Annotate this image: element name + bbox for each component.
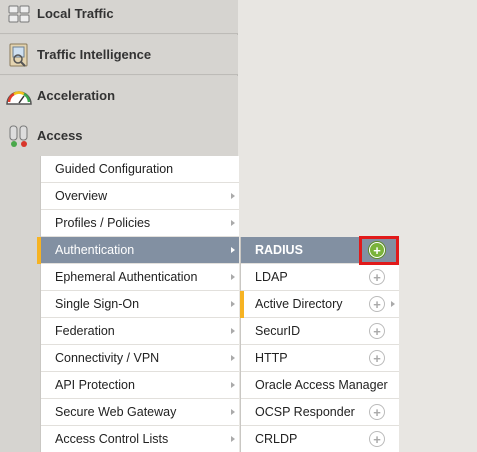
- menu-item-access-control-lists[interactable]: Access Control Lists: [41, 426, 239, 452]
- highlight-box: [359, 236, 399, 265]
- menu-item-label: RADIUS: [255, 243, 303, 257]
- menu-item-radius[interactable]: RADIUS +: [241, 236, 399, 265]
- menu-item-label: Access Control Lists: [55, 432, 169, 446]
- menu-item-federation[interactable]: Federation: [41, 318, 239, 345]
- menu-item-label: Overview: [55, 189, 108, 203]
- access-submenu: Guided Configuration Overview Profiles /…: [37, 156, 239, 452]
- menu-item-ephemeral-authentication[interactable]: Ephemeral Authentication: [41, 264, 239, 291]
- chevron-right-icon: [391, 301, 395, 307]
- nav-item-label: Acceleration: [37, 88, 116, 103]
- traffic-intelligence-icon: [5, 42, 33, 68]
- menu-item-ldap[interactable]: LDAP +: [241, 264, 399, 291]
- chevron-right-icon: [231, 436, 235, 442]
- add-ocsp-responder-button[interactable]: +: [369, 404, 385, 420]
- menu-item-ocsp-responder[interactable]: OCSP Responder +: [241, 399, 399, 426]
- menu-item-label: API Protection: [55, 378, 135, 392]
- menu-item-oracle-access-manager[interactable]: Oracle Access Manager: [241, 372, 399, 399]
- menu-item-label: Profiles / Policies: [55, 216, 151, 230]
- menu-item-label: Single Sign-On: [55, 297, 140, 311]
- menu-item-label: OCSP Responder: [255, 405, 355, 419]
- menu-item-connectivity-vpn[interactable]: Connectivity / VPN: [41, 345, 239, 372]
- menu-item-securid[interactable]: SecurID +: [241, 318, 399, 345]
- nav-item-label: Access: [37, 127, 83, 143]
- menu-item-crldp[interactable]: CRLDP +: [241, 426, 399, 452]
- menu-item-label: Active Directory: [255, 297, 343, 311]
- add-active-directory-button[interactable]: +: [369, 296, 385, 312]
- menu-item-label: Guided Configuration: [55, 162, 174, 176]
- nav-item-local-traffic[interactable]: Local Traffic: [0, 0, 238, 34]
- add-http-button[interactable]: +: [369, 350, 385, 366]
- menu-item-label: Secure Web Gateway: [55, 405, 177, 419]
- local-traffic-icon: [5, 1, 33, 27]
- page: Local Traffic Traffic Intelligence Accel…: [0, 0, 477, 452]
- menu-item-label: Connectivity / VPN: [55, 351, 160, 365]
- menu-item-overview[interactable]: Overview: [41, 183, 239, 210]
- chevron-right-icon: [231, 301, 235, 307]
- acceleration-gauge-icon: [5, 83, 33, 109]
- menu-item-guided-configuration[interactable]: Guided Configuration: [41, 156, 239, 183]
- menu-item-label: LDAP: [255, 270, 288, 284]
- menu-item-secure-web-gateway[interactable]: Secure Web Gateway: [41, 399, 239, 426]
- chevron-right-icon: [231, 409, 235, 415]
- nav-item-traffic-intelligence[interactable]: Traffic Intelligence: [0, 35, 238, 75]
- chevron-right-icon: [231, 193, 235, 199]
- nav-item-access[interactable]: Access: [0, 115, 238, 155]
- menu-item-single-sign-on[interactable]: Single Sign-On: [41, 291, 239, 318]
- menu-item-label: HTTP: [255, 351, 288, 365]
- menu-item-label: Federation: [55, 324, 115, 338]
- nav-item-acceleration[interactable]: Acceleration: [0, 76, 238, 116]
- menu-item-active-directory[interactable]: Active Directory +: [240, 291, 399, 318]
- chevron-right-icon: [231, 355, 235, 361]
- menu-item-profiles-policies[interactable]: Profiles / Policies: [41, 210, 239, 237]
- add-securid-button[interactable]: +: [369, 323, 385, 339]
- add-crldp-button[interactable]: +: [369, 431, 385, 447]
- chevron-right-icon: [231, 247, 235, 253]
- nav-item-label: Local Traffic: [37, 6, 114, 21]
- menu-item-http[interactable]: HTTP +: [241, 345, 399, 372]
- menu-item-api-protection[interactable]: API Protection: [41, 372, 239, 399]
- access-icon: [5, 122, 33, 148]
- chevron-right-icon: [231, 382, 235, 388]
- menu-item-label: Authentication: [55, 243, 135, 257]
- add-ldap-button[interactable]: +: [369, 269, 385, 285]
- menu-item-label: SecurID: [255, 324, 301, 338]
- menu-item-label: CRLDP: [255, 432, 298, 446]
- menu-item-authentication[interactable]: Authentication: [37, 237, 239, 264]
- chevron-right-icon: [231, 220, 235, 226]
- menu-item-label: Oracle Access Manager: [255, 378, 388, 392]
- authentication-submenu: RADIUS + LDAP + Active Directory + Secur…: [240, 236, 399, 452]
- chevron-right-icon: [231, 328, 235, 334]
- chevron-right-icon: [231, 274, 235, 280]
- menu-item-label: Ephemeral Authentication: [55, 270, 198, 284]
- nav-item-label: Traffic Intelligence: [37, 47, 152, 62]
